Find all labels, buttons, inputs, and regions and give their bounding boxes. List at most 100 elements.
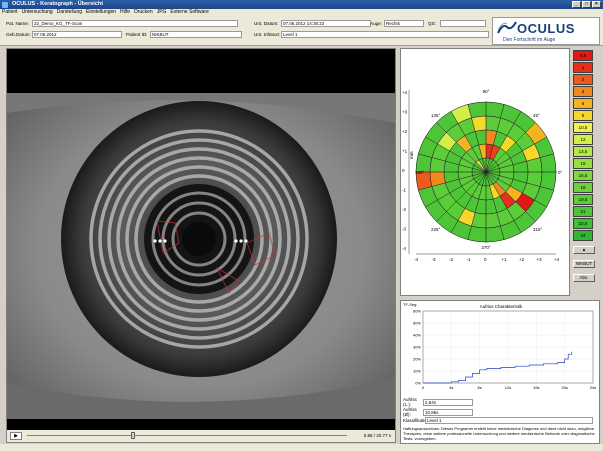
patient-id-value[interactable]: NIKBUT bbox=[150, 30, 242, 38]
map-angle-45: 45° bbox=[533, 113, 540, 118]
menu-hilfe[interactable]: Hilfe bbox=[120, 9, 130, 16]
map-angle-315: 315° bbox=[533, 227, 543, 232]
bottom-scrollbar[interactable] bbox=[0, 444, 603, 451]
map-x-tick: +3 bbox=[537, 257, 543, 262]
map-angle-180: 180° bbox=[415, 170, 425, 175]
patient-id-label: Patient ID: bbox=[126, 31, 148, 37]
exam-date-field: Unt. Datum: 07.06.2012 14:36:22 bbox=[254, 19, 371, 27]
map-angle-270: 270° bbox=[481, 245, 491, 250]
chart-y-tick: 0% bbox=[415, 381, 421, 386]
map-angle-90: 90° bbox=[483, 89, 490, 94]
patient-name-field: Pat. Name: 22_Demo_KG_TF-Scan bbox=[6, 19, 238, 27]
map-angle-0: 0° bbox=[558, 170, 563, 175]
video-control-bar: ▶ 5.86 / 20.77 s bbox=[7, 430, 395, 442]
map-x-tick: 0 bbox=[484, 257, 487, 262]
menu-patient[interactable]: Patient bbox=[2, 9, 18, 16]
chart-x-tick: 20s bbox=[561, 385, 567, 390]
eye-value[interactable]: Rechts bbox=[384, 19, 424, 27]
menu-bar: Patient Untersuchung Darstellung Einstel… bbox=[0, 9, 603, 16]
chart-y-tick: 50% bbox=[413, 321, 421, 326]
close-button[interactable]: × bbox=[592, 1, 601, 8]
chart-x-tick: 4s bbox=[449, 385, 453, 390]
eye-field: Auge: Rechts bbox=[370, 19, 424, 27]
eye-label: Auge: bbox=[370, 20, 383, 26]
nikbut-button[interactable]: NIKBUT bbox=[573, 260, 595, 268]
qs-field: QS: bbox=[428, 19, 486, 27]
patient-name-label: Pat. Name: bbox=[6, 20, 29, 26]
menu-darstellung[interactable]: Darstellung bbox=[57, 9, 82, 16]
classification-value: Level 1 bbox=[425, 417, 593, 424]
chart-y-tick: 40% bbox=[413, 333, 421, 338]
menu-jpg[interactable]: JPG bbox=[157, 9, 167, 16]
avg-breakup-row: Aufriss (Ø): 10,86s bbox=[403, 407, 473, 417]
chart-x-tick: 12s bbox=[505, 385, 511, 390]
breakup-characteristic-panel: Aufriss Charakteristik TF-Seg. 0% 10% 20% 3… bbox=[400, 300, 600, 444]
dob-value[interactable]: 07.06.2012 bbox=[32, 30, 122, 38]
dob-field: Geb.Datum: 07.06.2012 bbox=[6, 30, 122, 38]
avg-breakup-value: 10,86s bbox=[423, 408, 473, 416]
scale-cell: 10,5 bbox=[573, 122, 593, 133]
menu-untersuchung[interactable]: Untersuchung bbox=[22, 9, 53, 16]
map-y-tick: -4 bbox=[402, 246, 406, 251]
scale-cell: 2 bbox=[573, 74, 593, 85]
scale-cell: 15 bbox=[573, 158, 593, 169]
chart-title: Aufriss Charakteristik bbox=[480, 304, 523, 309]
first-breakup-value: 2,64s bbox=[423, 398, 473, 406]
tear-film-polar-map[interactable]: +4 +3 +2 +1 0 -1 -2 -3 -4 -4 -3 -2 -1 0 +1 +2 +3 +4 mm 9… bbox=[401, 49, 571, 297]
video-scrubber-thumb[interactable] bbox=[130, 432, 135, 439]
menu-einstellungen[interactable]: Einstellungen bbox=[86, 9, 116, 16]
qs-value[interactable] bbox=[440, 19, 486, 27]
menu-drucken[interactable]: Drucken bbox=[134, 9, 153, 16]
classification-row: Klassifikation: Level 1 bbox=[403, 417, 593, 424]
map-angle-225: 225° bbox=[431, 227, 441, 232]
map-y-tick: +1 bbox=[402, 149, 408, 154]
eye-image[interactable] bbox=[7, 93, 395, 419]
video-scrubber-track[interactable] bbox=[27, 435, 347, 436]
menu-externe-software[interactable]: Externe Software bbox=[170, 9, 208, 16]
map-angle-135: 135° bbox=[431, 113, 441, 118]
app-icon bbox=[2, 1, 8, 8]
patient-id-field: Patient ID: NIKBUT bbox=[126, 30, 242, 38]
exam-info-label: Unt. Infotext: bbox=[254, 31, 281, 37]
abs-button[interactable]: Abs. bbox=[573, 274, 595, 282]
chart-x-tick: 8s bbox=[478, 385, 482, 390]
scale-cell: 12 bbox=[573, 134, 593, 145]
scale-cell: 13,5 bbox=[573, 146, 593, 157]
play-button[interactable]: ▶ bbox=[10, 432, 22, 440]
map-y-tick: +3 bbox=[402, 110, 408, 115]
scale-cell: 24 bbox=[573, 230, 593, 241]
chart-x-tick: 0 bbox=[422, 385, 425, 390]
tear-film-map-panel: +4 +3 +2 +1 0 -1 -2 -3 -4 -4 -3 -2 -1 0 +1 +2 +3 +4 mm 9… bbox=[400, 48, 570, 296]
chart-x-tick: 16s bbox=[533, 385, 539, 390]
logo-slogan: Den Fortschritt im Auge bbox=[503, 37, 556, 43]
exam-date-value[interactable]: 07.06.2012 14:36:22 bbox=[281, 19, 371, 27]
scale-cell: 3 bbox=[573, 86, 593, 97]
map-x-tick: -4 bbox=[414, 257, 418, 262]
avg-breakup-label: Aufriss (Ø): bbox=[403, 407, 417, 417]
exam-info-field: Unt. Infotext: Level 1 bbox=[254, 30, 489, 38]
minimize-button[interactable]: _ bbox=[572, 1, 581, 8]
logo-brand: OCULUS bbox=[517, 21, 575, 36]
map-y-tick: -1 bbox=[402, 188, 406, 193]
chart-ylabel: TF-Seg. bbox=[403, 302, 417, 307]
chart-y-tick: 30% bbox=[413, 345, 421, 350]
first-breakup-row: Aufriss (1.): 2,64s bbox=[403, 397, 473, 407]
window-titlebar: OCULUS - Keratograph - Übersicht _ □ × bbox=[0, 0, 603, 9]
patient-name-value[interactable]: 22_Demo_KG_TF-Scan bbox=[32, 19, 238, 27]
scale-cell: 18 bbox=[573, 182, 593, 193]
maximize-button[interactable]: □ bbox=[582, 1, 591, 8]
scale-up-button[interactable]: ▲ bbox=[573, 246, 595, 254]
dob-label: Geb.Datum: bbox=[6, 31, 31, 37]
first-breakup-label: Aufriss (1.): bbox=[403, 397, 417, 407]
window-controls: _ □ × bbox=[572, 1, 601, 8]
scale-cell: 8 bbox=[573, 110, 593, 121]
exam-info-value[interactable]: Level 1 bbox=[281, 30, 489, 38]
map-x-tick: -2 bbox=[449, 257, 453, 262]
chart-y-tick: 10% bbox=[413, 369, 421, 374]
oculus-wave-icon bbox=[497, 21, 517, 34]
map-y-tick: -3 bbox=[402, 227, 406, 232]
scale-cell: 1 bbox=[573, 62, 593, 73]
classification-label: Klassifikation: bbox=[403, 418, 431, 423]
exam-date-label: Unt. Datum: bbox=[254, 20, 279, 26]
map-x-tick: +2 bbox=[519, 257, 525, 262]
